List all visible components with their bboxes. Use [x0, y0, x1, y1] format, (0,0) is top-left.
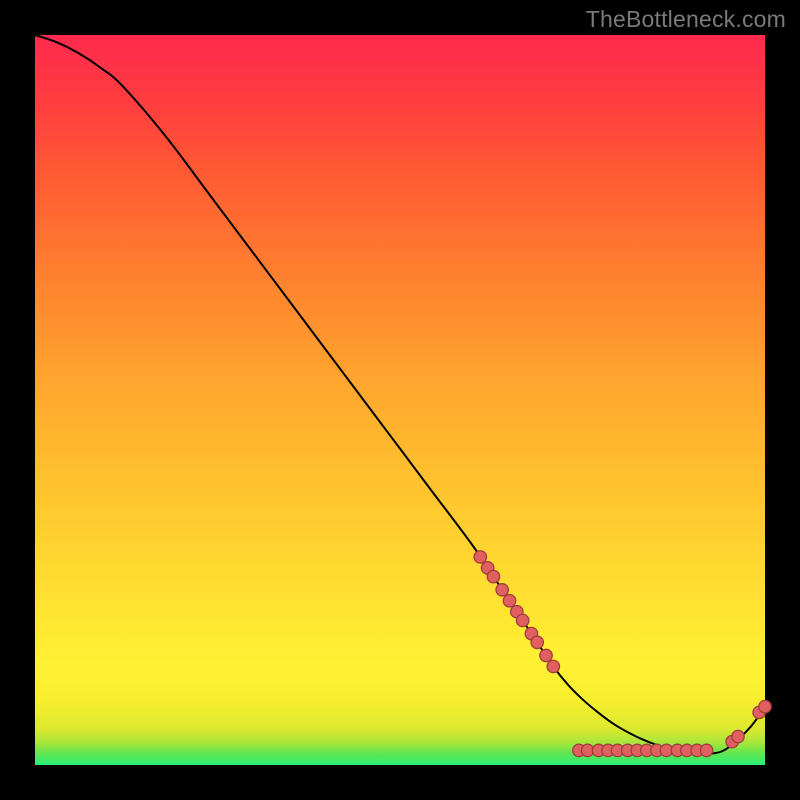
data-dot	[474, 551, 486, 563]
data-dot	[487, 570, 499, 582]
bottleneck-curve	[35, 35, 765, 754]
data-dot	[700, 744, 712, 756]
data-dot	[496, 584, 508, 596]
data-dots-group	[474, 551, 771, 757]
plot-svg	[35, 35, 765, 765]
chart-stage: TheBottleneck.com	[0, 0, 800, 800]
data-dot	[732, 730, 744, 742]
watermark-text: TheBottleneck.com	[586, 6, 786, 33]
data-dot	[540, 649, 552, 661]
data-dot	[759, 700, 771, 712]
data-dot	[503, 595, 515, 607]
data-dot	[531, 636, 543, 648]
data-dot	[516, 614, 528, 626]
data-dot	[547, 660, 559, 672]
